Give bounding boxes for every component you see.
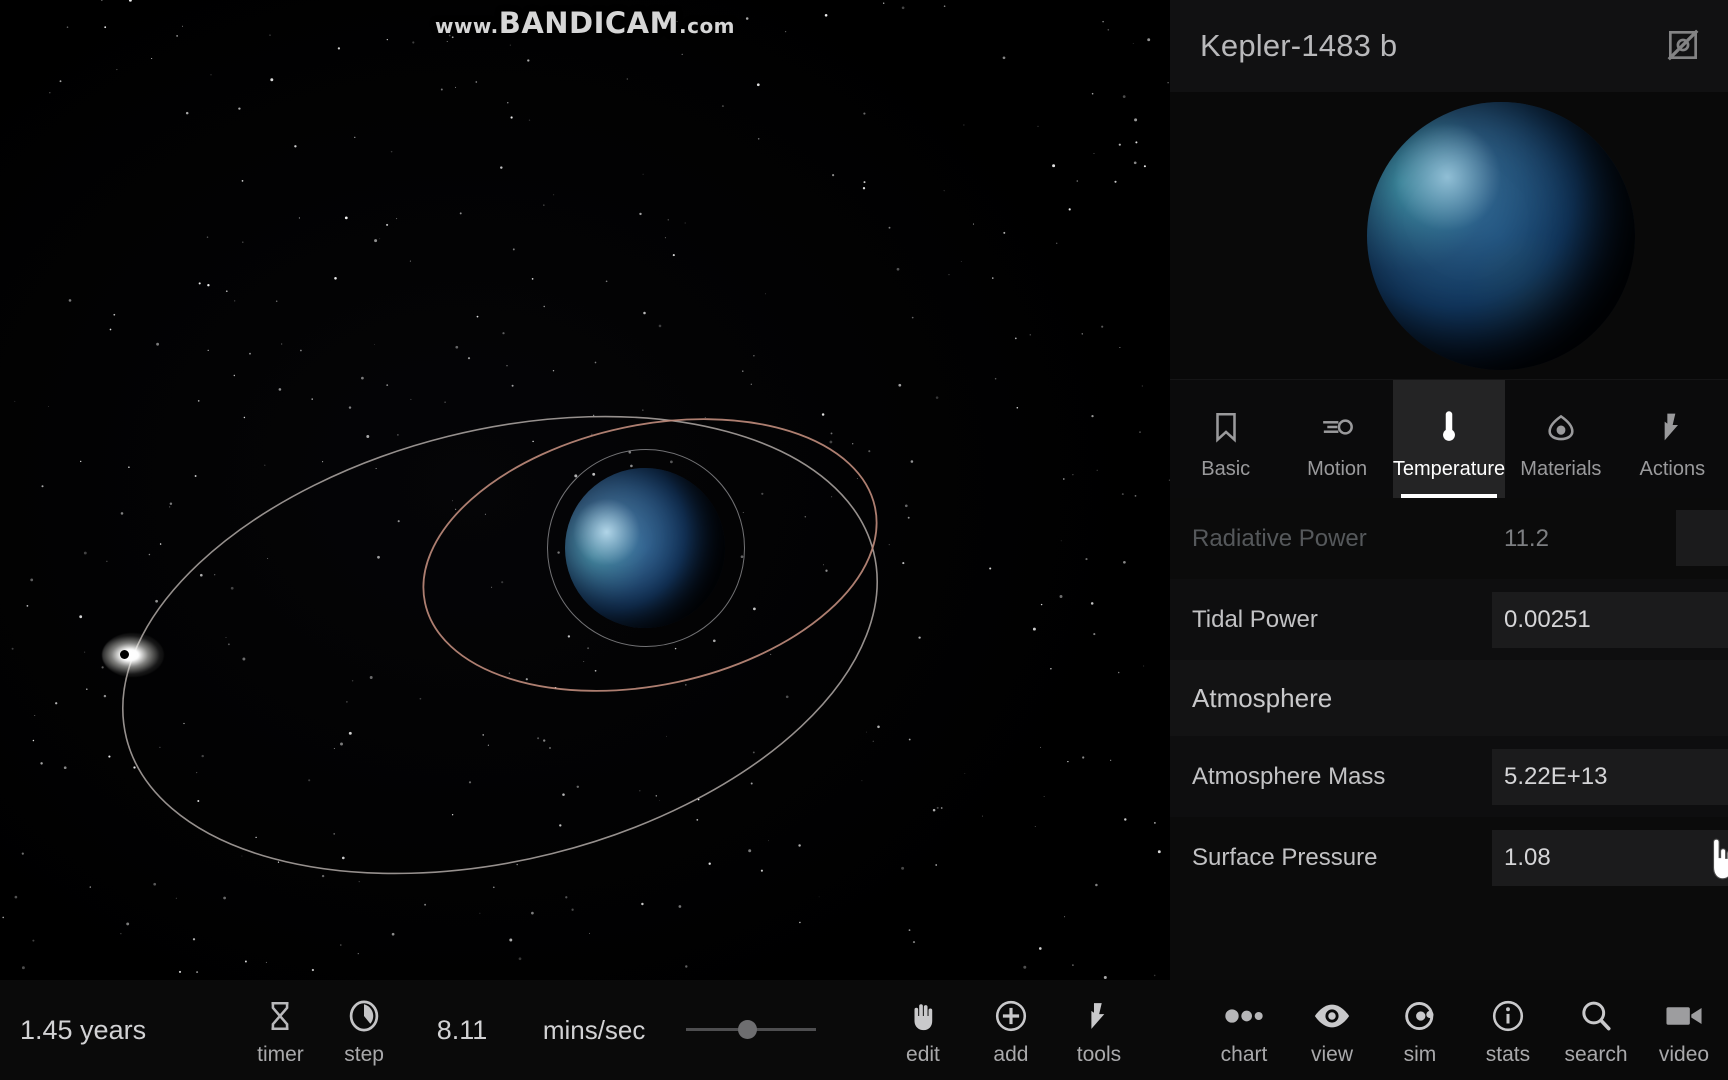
elapsed-time-label: 1.45 years (20, 1014, 147, 1045)
chart-button[interactable]: chart (1200, 993, 1288, 1067)
selection-ring (547, 449, 745, 647)
property-row: Tidal Power 0.00251 (1170, 579, 1728, 660)
edit-label: edit (906, 1043, 940, 1066)
dots-icon (1221, 993, 1267, 1039)
property-label: Tidal Power (1192, 605, 1318, 633)
tab-temperature[interactable]: Temperature (1392, 380, 1506, 498)
sim-button[interactable]: sim (1376, 993, 1464, 1067)
bottom-toolbar: 1.45 years timer step 8.11 mins/sec edit… (0, 980, 1728, 1080)
search-button[interactable]: search (1552, 993, 1640, 1067)
property-value-input[interactable]: 5.22E+13 (1492, 748, 1728, 805)
edit-button[interactable]: edit (879, 993, 967, 1067)
step-button[interactable]: step (322, 993, 406, 1067)
timer-button[interactable]: timer (239, 993, 323, 1067)
chart-label: chart (1220, 1043, 1268, 1066)
rate-value[interactable]: 8.11 (406, 1015, 518, 1046)
step-label: step (344, 1043, 384, 1066)
add-button[interactable]: add (967, 993, 1055, 1067)
tab-label: Materials (1520, 457, 1602, 480)
tools-button[interactable]: tools (1055, 993, 1143, 1067)
hide-image-icon[interactable] (1664, 26, 1702, 64)
tab-label: Actions (1639, 457, 1706, 480)
motion-icon (1314, 404, 1360, 450)
tab-label: Temperature (1392, 457, 1506, 480)
toolbar-view-group: chart view sim stats search video (1200, 993, 1728, 1067)
tab-motion[interactable]: Motion (1281, 380, 1392, 498)
lightning-icon (1076, 993, 1122, 1039)
bandicam-watermark: www.BANDICAM.com (0, 6, 1170, 40)
property-list: Radiative Power 11.2 Tidal Power 0.00251 Atm… (1170, 498, 1728, 898)
camera-icon (1661, 993, 1707, 1039)
lightning-icon (1649, 404, 1695, 450)
property-row: Surface Pressure 1.08 (1170, 817, 1728, 898)
droplet-icon (1538, 404, 1584, 450)
property-tab-bar: Basic Motion Temperature Materials Actions (1170, 379, 1728, 498)
video-button[interactable]: video (1640, 993, 1728, 1067)
property-value-input[interactable]: 1.08 (1492, 829, 1728, 886)
toolbar-edit-group: edit add tools (879, 993, 1143, 1067)
search-label: search (1564, 1043, 1628, 1066)
tab-label: Motion (1307, 457, 1368, 480)
property-label: Radiative Power (1192, 524, 1367, 552)
stats-button[interactable]: stats (1464, 993, 1552, 1067)
watermark-suffix: .com (678, 14, 736, 38)
hourglass-icon (257, 993, 303, 1039)
tab-basic[interactable]: Basic (1170, 380, 1281, 498)
rate-unit-label: mins/sec (542, 1014, 646, 1045)
speed-slider[interactable] (686, 1015, 817, 1045)
property-row: Atmosphere Mass 5.22E+13 (1170, 736, 1728, 817)
magnifier-icon (1573, 993, 1619, 1039)
watermark-brand: BANDICAM (498, 6, 679, 40)
property-label: Surface Pressure (1192, 843, 1378, 871)
sim-label: sim (1403, 1043, 1437, 1066)
host-star[interactable] (102, 633, 164, 677)
property-row: Radiative Power 11.2 (1170, 498, 1728, 579)
speed-slider-knob[interactable] (738, 1020, 758, 1039)
view-button[interactable]: view (1288, 993, 1376, 1067)
panel-title-bar: Kepler-1483 b (1170, 0, 1728, 92)
plus-circle-icon (988, 993, 1034, 1039)
planet-simulator-app: www.BANDICAM.com Kepler-1483 b Basic Moti… (0, 0, 1728, 1080)
value-field-stub (1676, 510, 1728, 566)
tab-materials[interactable]: Materials (1505, 380, 1616, 498)
eye-icon (1309, 993, 1355, 1039)
tools-label: tools (1076, 1043, 1122, 1066)
object-info-panel: Kepler-1483 b Basic Motion Temperature Mate… (1170, 0, 1728, 980)
bookmark-icon (1203, 404, 1249, 450)
planet-preview-sphere (1367, 102, 1635, 370)
tab-label: Basic (1201, 457, 1251, 480)
add-label: add (993, 1043, 1029, 1066)
hand-icon (900, 993, 946, 1039)
property-label: Atmosphere Mass (1192, 762, 1386, 790)
property-value-input[interactable]: 0.00251 (1492, 591, 1728, 648)
orbit-icon (1397, 993, 1443, 1039)
tab-actions[interactable]: Actions (1617, 380, 1728, 498)
info-icon (1485, 993, 1531, 1039)
view-label: view (1310, 1043, 1353, 1066)
planet-preview[interactable] (1170, 92, 1728, 379)
watermark-prefix: www. (434, 14, 499, 38)
timer-label: timer (257, 1043, 304, 1066)
video-label: video (1658, 1043, 1710, 1066)
orbit-simulation-viewport[interactable]: www.BANDICAM.com (0, 0, 1170, 1080)
page-title: Kepler-1483 b (1200, 28, 1398, 63)
stats-label: stats (1485, 1043, 1531, 1066)
transiting-body-dot (120, 650, 129, 659)
thermometer-icon (1426, 404, 1472, 450)
step-clock-icon (341, 993, 387, 1039)
section-header-atmosphere: Atmosphere (1170, 660, 1728, 736)
